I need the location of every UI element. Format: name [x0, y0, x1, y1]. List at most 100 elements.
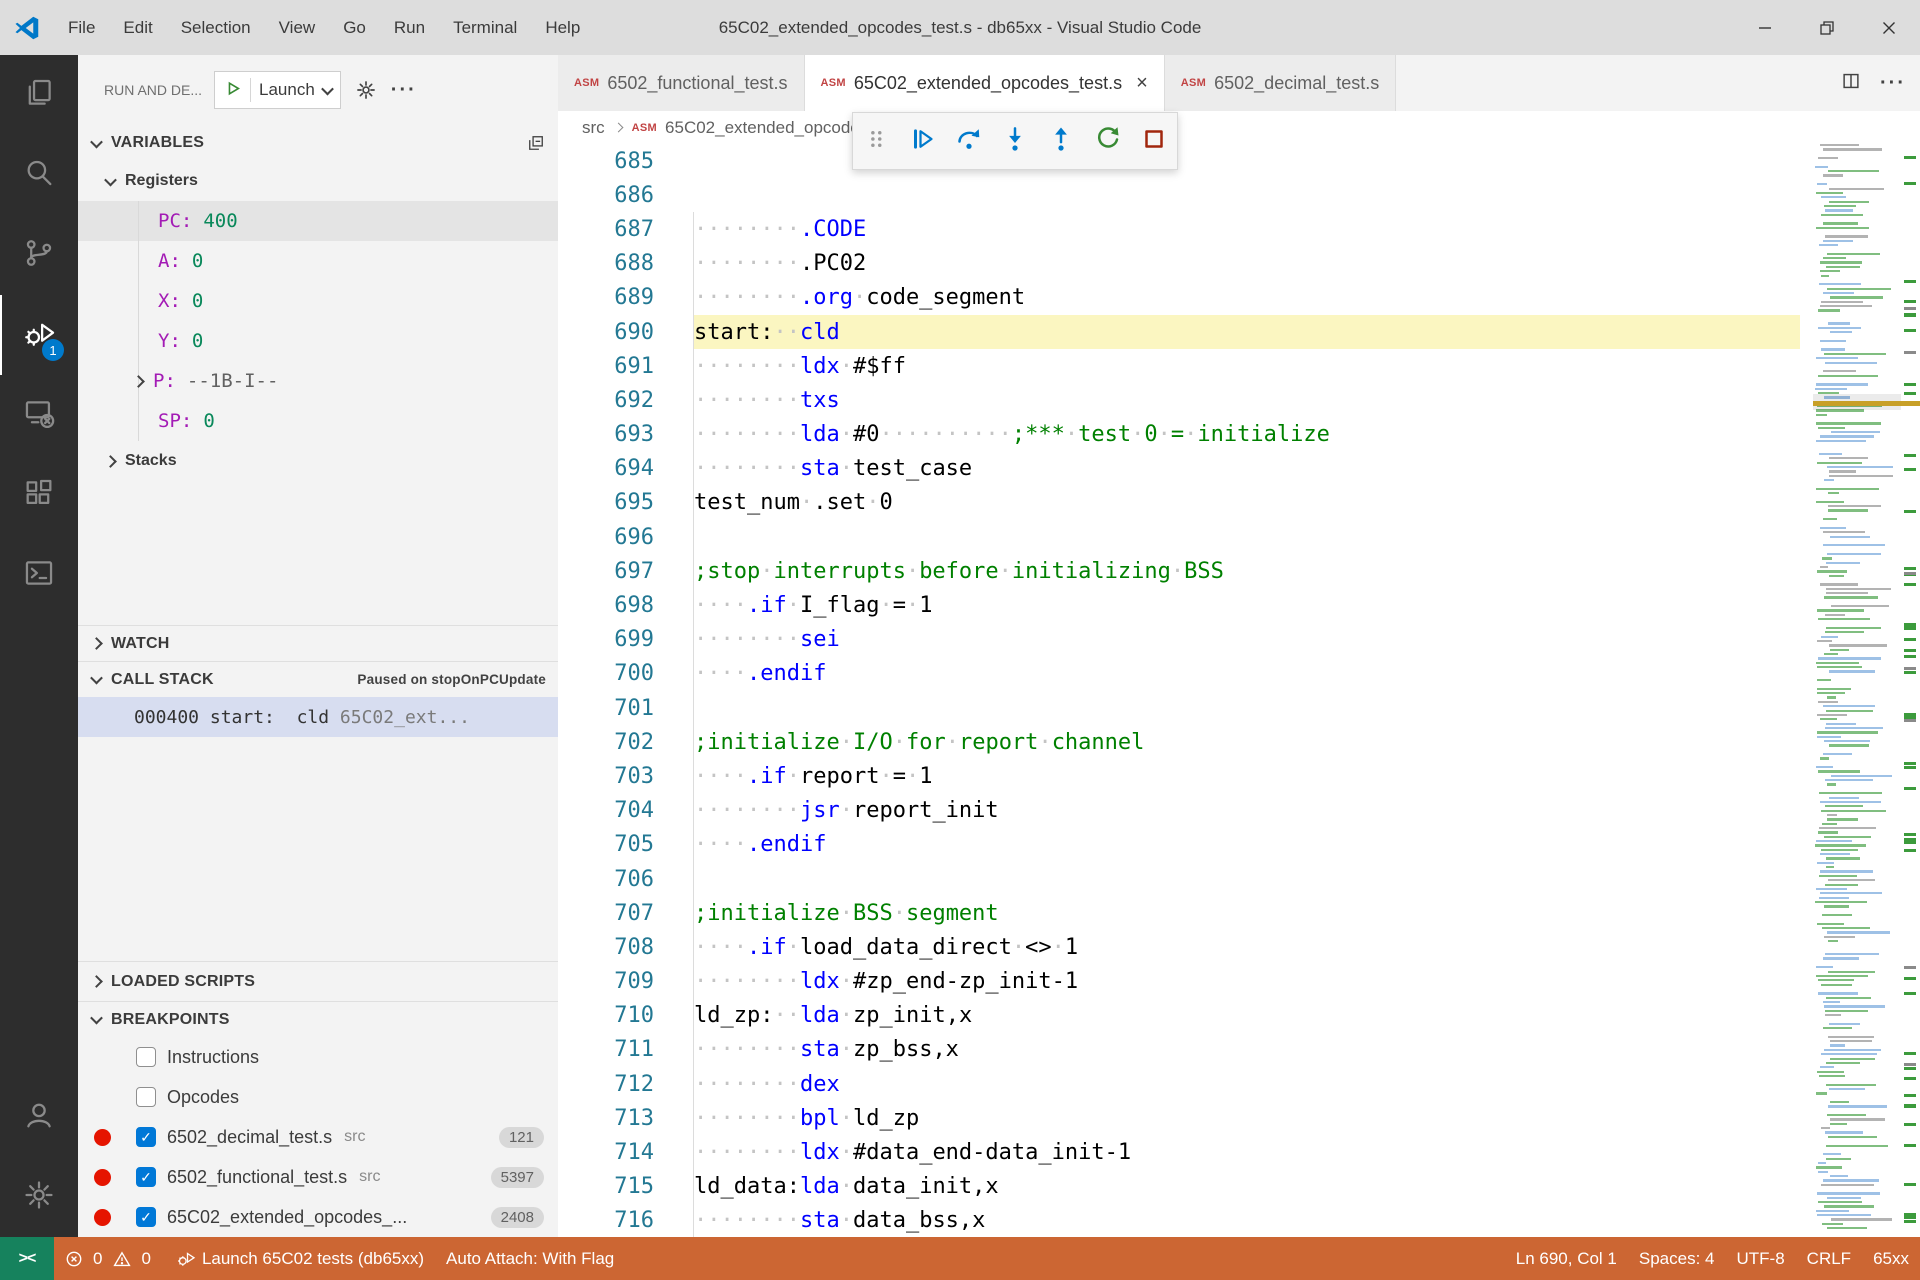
code-line-701[interactable]: 701 — [558, 691, 1920, 725]
code-line-704[interactable]: 704 ········jsr·report_init — [558, 794, 1920, 828]
tab-6502_functional_test.s[interactable]: ASM 6502_functional_test.s — [558, 55, 805, 111]
call-stack-pane-header[interactable]: CALL STACK Paused on stopOnPCUpdate — [78, 661, 558, 697]
code-line-713[interactable]: 713 ········bpl·ld_zp — [558, 1101, 1920, 1135]
checkbox[interactable] — [136, 1047, 156, 1067]
code-line-715[interactable]: 715 ld_data:lda·data_init,x — [558, 1170, 1920, 1204]
register-row-x[interactable]: X: 0 — [78, 281, 558, 321]
code-line-706[interactable]: 706 — [558, 862, 1920, 896]
line-number[interactable]: 687 — [558, 217, 654, 242]
step-over-button[interactable] — [954, 124, 984, 159]
code-line-702[interactable]: 702 ;initialize·I/O·for·report·channel — [558, 725, 1920, 759]
code-line-712[interactable]: 712 ········dex — [558, 1067, 1920, 1101]
start-debug-icon[interactable] — [223, 78, 252, 102]
line-number[interactable]: 686 — [558, 183, 654, 208]
line-number[interactable]: 700 — [558, 661, 654, 686]
tab-65C02_extended_opcodes_test.s[interactable]: ASM 65C02_extended_opcodes_test.s × — [804, 55, 1165, 111]
status-language-mode[interactable]: 65xx — [1862, 1249, 1920, 1269]
activity-bar-item-terminal[interactable] — [0, 535, 78, 615]
stop-button[interactable] — [1139, 124, 1169, 159]
code-line-696[interactable]: 696 — [558, 520, 1920, 554]
line-number[interactable]: 694 — [558, 456, 654, 481]
code-line-693[interactable]: 693 ········lda·#0··········;***·test·0·=… — [558, 418, 1920, 452]
breakpoint-file-row[interactable]: ✓ 6502_functional_test.s src 5397 — [78, 1157, 558, 1197]
debug-settings-gear-button[interactable] — [355, 79, 377, 101]
menu-item-view[interactable]: View — [265, 0, 330, 55]
toolbar-drag-handle[interactable] — [861, 124, 891, 159]
line-number[interactable]: 692 — [558, 388, 654, 413]
line-number[interactable]: 695 — [558, 490, 654, 515]
code-line-687[interactable]: 687 ········.CODE — [558, 212, 1920, 246]
status-indentation[interactable]: Spaces: 4 — [1628, 1249, 1726, 1269]
code-line-694[interactable]: 694 ········sta·test_case — [558, 452, 1920, 486]
line-number[interactable]: 713 — [558, 1106, 654, 1131]
breakpoint-file-row[interactable]: ✓ 65C02_extended_opcodes_... 2408 — [78, 1197, 558, 1237]
code-line-685[interactable]: 685 — [558, 144, 1920, 178]
activity-bar-item-files[interactable] — [0, 55, 78, 135]
register-row-pc[interactable]: PC: 400 — [78, 201, 558, 241]
register-row-y[interactable]: Y: 0 — [78, 321, 558, 361]
continue-button[interactable] — [907, 124, 937, 159]
watch-pane-header[interactable]: WATCH — [78, 625, 558, 661]
line-number[interactable]: 688 — [558, 251, 654, 276]
views-more-actions-button[interactable]: ··· — [391, 79, 417, 102]
line-number[interactable]: 704 — [558, 798, 654, 823]
variables-pane-header[interactable]: VARIABLES — [78, 125, 558, 161]
line-number[interactable]: 697 — [558, 559, 654, 584]
status-encoding[interactable]: UTF-8 — [1726, 1249, 1796, 1269]
register-row-a[interactable]: A: 0 — [78, 241, 558, 281]
code-line-700[interactable]: 700 ····.endif — [558, 657, 1920, 691]
code-line-705[interactable]: 705 ····.endif — [558, 828, 1920, 862]
close-button[interactable] — [1858, 0, 1920, 55]
launch-config-button[interactable]: Launch — [214, 71, 341, 109]
code-line-703[interactable]: 703 ····.if·report·=·1 — [558, 759, 1920, 793]
remote-indicator[interactable]: >< — [0, 1237, 54, 1280]
checkbox[interactable]: ✓ — [136, 1167, 156, 1187]
loaded-scripts-pane-header[interactable]: LOADED SCRIPTS — [78, 961, 558, 1001]
line-number[interactable]: 689 — [558, 285, 654, 310]
collapse-all-button[interactable] — [526, 133, 546, 153]
code-line-688[interactable]: 688 ········.PC02 — [558, 247, 1920, 281]
code-line-709[interactable]: 709 ········ldx·#zp_end-zp_init-1 — [558, 965, 1920, 999]
line-number[interactable]: 701 — [558, 696, 654, 721]
activity-bar-item-settings[interactable] — [0, 1157, 78, 1237]
line-number[interactable]: 707 — [558, 901, 654, 926]
line-number[interactable]: 696 — [558, 525, 654, 550]
problems-indicator[interactable]: 0 0 — [54, 1237, 165, 1280]
code-line-707[interactable]: 707 ;initialize·BSS·segment — [558, 896, 1920, 930]
registers-group-row[interactable]: Registers — [78, 161, 558, 201]
checkbox[interactable] — [136, 1087, 156, 1107]
line-number[interactable]: 709 — [558, 969, 654, 994]
code-line-686[interactable]: 686 — [558, 178, 1920, 212]
line-number[interactable]: 715 — [558, 1174, 654, 1199]
debug-launch-status[interactable]: Launch 65C02 tests (db65xx) — [165, 1237, 435, 1280]
activity-bar-item-source-control[interactable] — [0, 215, 78, 295]
line-number[interactable]: 708 — [558, 935, 654, 960]
menu-item-go[interactable]: Go — [329, 0, 380, 55]
code-line-695[interactable]: 695 test_num·.set·0 — [558, 486, 1920, 520]
status-eol[interactable]: CRLF — [1796, 1249, 1862, 1269]
tab-6502_decimal_test.s[interactable]: ASM 6502_decimal_test.s — [1164, 55, 1397, 111]
minimap[interactable] — [1813, 144, 1920, 1237]
line-number[interactable]: 702 — [558, 730, 654, 755]
menu-item-terminal[interactable]: Terminal — [439, 0, 531, 55]
code-line-691[interactable]: 691 ········ldx·#$ff — [558, 349, 1920, 383]
code-line-690[interactable]: 690 start:··cld — [558, 314, 1920, 350]
breakpoint-file-row[interactable]: ✓ 6502_decimal_test.s src 121 — [78, 1117, 558, 1157]
activity-bar-item-extensions[interactable] — [0, 455, 78, 535]
line-number[interactable]: 685 — [558, 149, 654, 174]
activity-bar-item-debug[interactable]: 1 — [0, 295, 78, 375]
code-line-699[interactable]: 699 ········sei — [558, 623, 1920, 657]
register-row-p[interactable]: P: --1B-I-- — [78, 361, 558, 401]
minimize-button[interactable] — [1734, 0, 1796, 55]
menu-item-run[interactable]: Run — [380, 0, 439, 55]
register-row-sp[interactable]: SP: 0 — [78, 401, 558, 441]
line-number[interactable]: 698 — [558, 593, 654, 618]
code-line-692[interactable]: 692 ········txs — [558, 383, 1920, 417]
breakpoint-toggle-row[interactable]: Instructions — [78, 1037, 558, 1077]
restart-button[interactable] — [1093, 124, 1123, 159]
breakpoints-pane-header[interactable]: BREAKPOINTS — [78, 1001, 558, 1037]
checkbox[interactable]: ✓ — [136, 1207, 156, 1227]
line-number[interactable]: 699 — [558, 627, 654, 652]
more-actions-button[interactable]: ··· — [1880, 72, 1906, 95]
restore-button[interactable] — [1796, 0, 1858, 55]
